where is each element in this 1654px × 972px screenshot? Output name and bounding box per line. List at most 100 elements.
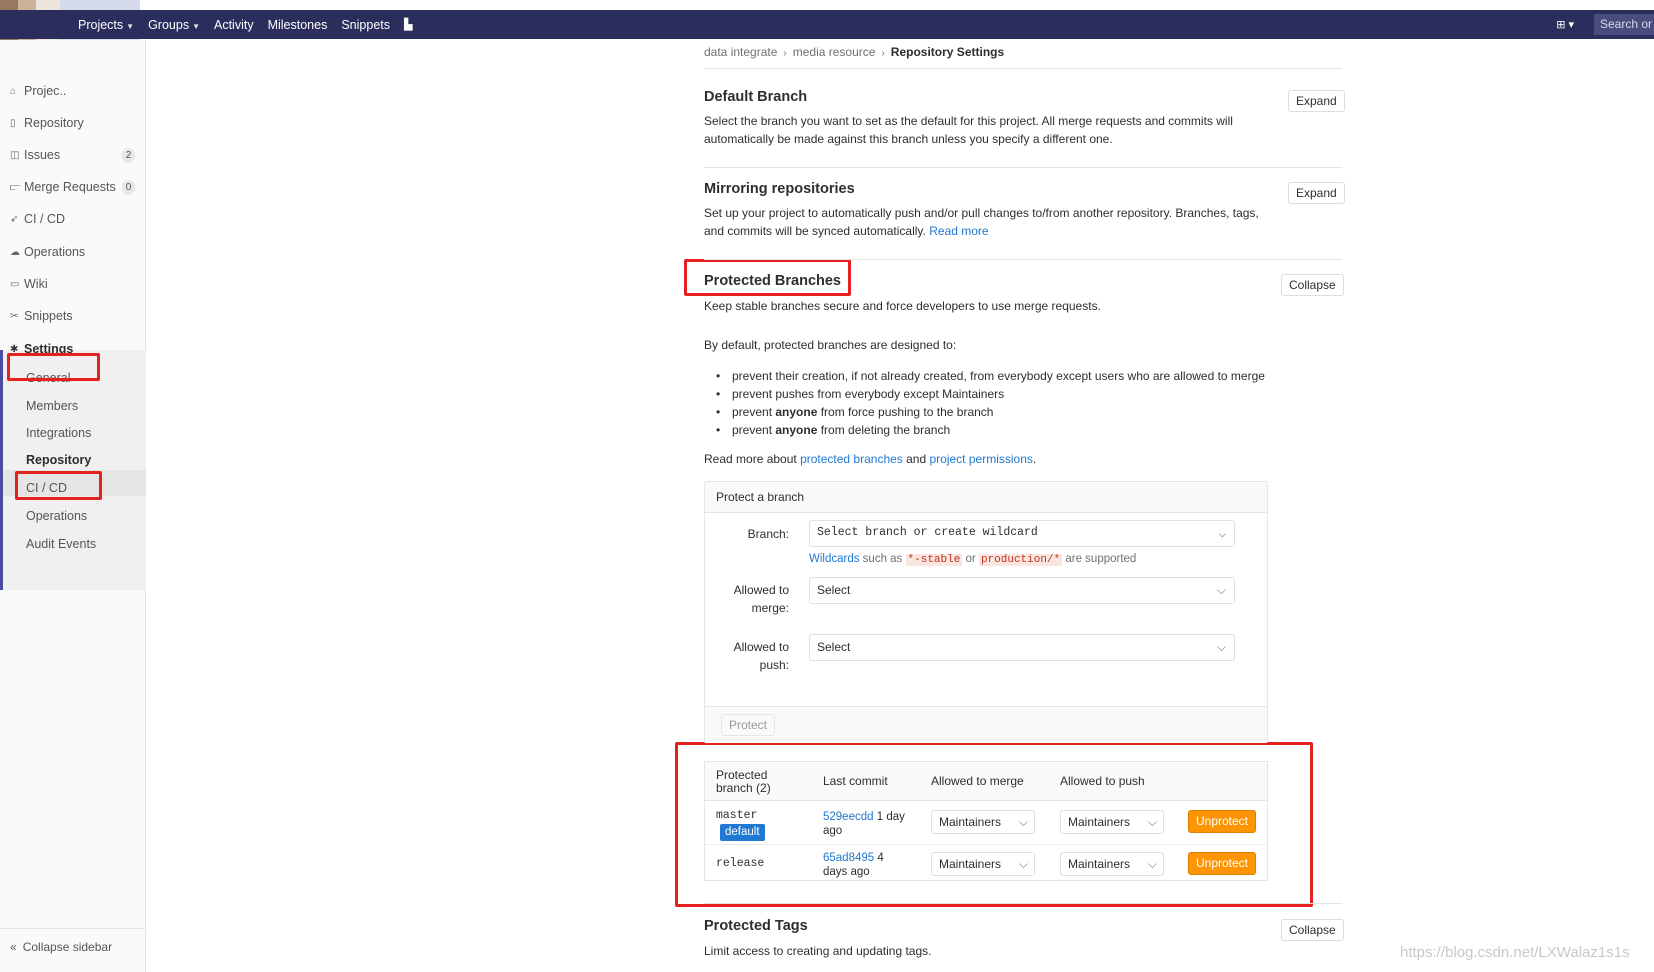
search-input[interactable]: Search or bbox=[1594, 14, 1654, 35]
allowed-to-merge-label: Allowed to merge: bbox=[733, 583, 789, 615]
last-commit-cell: 529eecdd 1 day ago bbox=[823, 811, 905, 837]
protected-branches-table: Protected branch (2) Last commit Allowed … bbox=[704, 761, 1268, 881]
allowed-to-merge-dropdown[interactable]: Maintainers ⌵ bbox=[931, 810, 1035, 834]
sidebar-item-operations[interactable]: ☁ Operations bbox=[10, 245, 85, 259]
default-badge: default bbox=[720, 824, 765, 841]
sidebar-item-snippets[interactable]: ✂ Snippets bbox=[10, 309, 73, 323]
wildcard-hint: Wildcards such as *-stable or production… bbox=[809, 553, 1137, 566]
chevron-down-icon: ⌵ bbox=[1147, 815, 1157, 829]
sidebar-item-wiki[interactable]: ▭ Wiki bbox=[10, 277, 48, 291]
protection-rules-list: prevent their creation, if not already c… bbox=[716, 367, 1265, 439]
branch-name: master bbox=[716, 809, 758, 822]
settings-sub-members[interactable]: Members bbox=[26, 399, 78, 413]
chevron-down-icon: ▼ bbox=[126, 21, 135, 31]
protected-tags-title: Protected Tags bbox=[704, 918, 808, 934]
divider bbox=[704, 68, 1342, 69]
double-chevron-left-icon: « bbox=[10, 940, 17, 954]
protect-branch-panel: Protect a branch Branch: Select branch o… bbox=[704, 481, 1268, 743]
breadcrumb-item[interactable]: media resource bbox=[793, 45, 876, 59]
last-commit-cell: 65ad8495 4 days ago bbox=[823, 852, 884, 878]
merge-requests-count-badge: 0 bbox=[122, 180, 135, 195]
wildcards-link[interactable]: Wildcards bbox=[809, 553, 859, 565]
default-branch-expand-button[interactable]: Expand bbox=[1288, 90, 1345, 112]
nav-milestones[interactable]: Milestones bbox=[268, 18, 328, 32]
project-permissions-link[interactable]: project permissions bbox=[930, 452, 1033, 466]
collapse-sidebar-button[interactable]: «Collapse sidebar bbox=[10, 940, 112, 954]
active-subitem-highlight bbox=[3, 470, 146, 496]
branch-select[interactable]: Select branch or create wildcard ⌵ bbox=[809, 520, 1235, 547]
chevron-right-icon: › bbox=[783, 48, 787, 59]
wiki-icon: ▭ bbox=[10, 278, 20, 290]
settings-sub-repository[interactable]: Repository bbox=[26, 453, 91, 467]
allowed-to-push-dropdown[interactable]: Maintainers ⌵ bbox=[1060, 810, 1164, 834]
unprotect-button[interactable]: Unprotect bbox=[1188, 810, 1256, 833]
breadcrumb: data integrate › media resource › Repository… bbox=[704, 45, 1004, 59]
default-branch-desc: Select the branch you want to set as the… bbox=[704, 114, 1233, 146]
issues-count-badge: 2 bbox=[122, 148, 135, 163]
allowed-to-push-dropdown[interactable]: Maintainers ⌵ bbox=[1060, 852, 1164, 876]
issues-icon: ◫ bbox=[10, 149, 20, 161]
settings-sub-general[interactable]: General bbox=[26, 371, 70, 385]
nav-groups[interactable]: Groups ▼ bbox=[148, 18, 200, 32]
cloud-gear-icon: ☁ bbox=[10, 246, 20, 258]
branch-label: Branch: bbox=[747, 527, 789, 541]
commit-link[interactable]: 529eecdd bbox=[823, 811, 874, 823]
list-item: prevent their creation, if not already c… bbox=[716, 367, 1265, 385]
protected-branches-link[interactable]: protected branches bbox=[800, 452, 903, 466]
plus-dropdown-icon[interactable]: ⊞ ▾ bbox=[1556, 18, 1574, 31]
sidebar-item-repository[interactable]: ▯ Repository bbox=[10, 116, 84, 130]
sidebar-item-merge-requests[interactable]: ⫍ Merge Requests bbox=[10, 180, 116, 194]
header-allowed-to-merge: Allowed to merge bbox=[931, 774, 1024, 788]
breadcrumb-item[interactable]: data integrate bbox=[704, 45, 777, 59]
divider bbox=[704, 167, 1342, 168]
allowed-to-merge-dropdown[interactable]: Maintainers ⌵ bbox=[931, 852, 1035, 876]
header-protected-branch: Protected branch (2) bbox=[716, 768, 771, 795]
allowed-to-push-select[interactable]: Select ⌵ bbox=[809, 634, 1235, 661]
unprotect-button[interactable]: Unprotect bbox=[1188, 852, 1256, 875]
chevron-down-icon: ▼ bbox=[192, 21, 200, 31]
home-icon: ⌂ bbox=[10, 85, 17, 97]
sidebar-item-settings[interactable]: ✱ Settings bbox=[10, 342, 73, 356]
header-allowed-to-push: Allowed to push bbox=[1060, 774, 1145, 788]
rocket-icon: ➶ bbox=[10, 213, 19, 225]
list-item: prevent pushes from everybody except Mai… bbox=[716, 385, 1265, 403]
chart-icon[interactable]: ▙ bbox=[404, 18, 412, 31]
protected-branches-collapse-button[interactable]: Collapse bbox=[1281, 274, 1344, 296]
settings-sub-integrations[interactable]: Integrations bbox=[26, 426, 91, 440]
settings-sub-audit-events[interactable]: Audit Events bbox=[26, 537, 96, 551]
list-item: prevent anyone from force pushing to the… bbox=[716, 403, 1265, 421]
sidebar-item-ci-cd[interactable]: ➶ CI / CD bbox=[10, 212, 65, 226]
sidebar-item-issues[interactable]: ◫ Issues bbox=[10, 148, 60, 162]
mirroring-read-more-link[interactable]: Read more bbox=[929, 224, 988, 238]
scissors-icon: ✂ bbox=[10, 310, 19, 322]
settings-sub-operations[interactable]: Operations bbox=[26, 509, 87, 523]
chevron-down-icon: ⌵ bbox=[1147, 857, 1157, 871]
protected-branches-intro: By default, protected branches are desig… bbox=[704, 338, 957, 352]
chevron-right-icon: › bbox=[881, 48, 885, 59]
merge-request-icon: ⫍ bbox=[10, 181, 21, 193]
branch-name: release bbox=[716, 857, 765, 870]
book-icon: ▯ bbox=[10, 117, 16, 129]
sidebar-item-project[interactable]: ⌂ Projec.. bbox=[10, 84, 66, 98]
commit-link[interactable]: 65ad8495 bbox=[823, 852, 874, 864]
settings-sub-ci-cd[interactable]: CI / CD bbox=[26, 481, 67, 495]
table-header: Protected branch (2) Last commit Allowed … bbox=[705, 762, 1267, 801]
protect-branch-footer: Protect bbox=[705, 706, 1267, 743]
watermark: https://blog.csdn.net/LXWalaz1s1s bbox=[1400, 944, 1630, 961]
nav-projects[interactable]: Projects ▼ bbox=[78, 18, 134, 32]
sidebar-divider bbox=[0, 928, 146, 929]
breadcrumb-current[interactable]: Repository Settings bbox=[891, 45, 1004, 59]
top-navbar: Projects ▼ Groups ▼ Activity Milestones Sn… bbox=[0, 10, 1654, 39]
protect-button[interactable]: Protect bbox=[721, 714, 776, 736]
allowed-to-merge-select[interactable]: Select ⌵ bbox=[809, 577, 1235, 604]
nav-snippets[interactable]: Snippets bbox=[341, 18, 390, 32]
nav-activity[interactable]: Activity bbox=[214, 18, 254, 32]
protected-branches-read-more: Read more about protected branches and p… bbox=[704, 452, 1037, 466]
header-last-commit: Last commit bbox=[823, 774, 888, 788]
chevron-down-icon: ⌵ bbox=[1216, 640, 1226, 654]
protect-branch-header: Protect a branch bbox=[705, 482, 1267, 513]
chevron-down-icon: ⌵ bbox=[1018, 857, 1028, 871]
mirroring-expand-button[interactable]: Expand bbox=[1288, 182, 1345, 204]
chevron-down-icon: ⌵ bbox=[1216, 583, 1226, 597]
protected-tags-collapse-button[interactable]: Collapse bbox=[1281, 919, 1344, 941]
